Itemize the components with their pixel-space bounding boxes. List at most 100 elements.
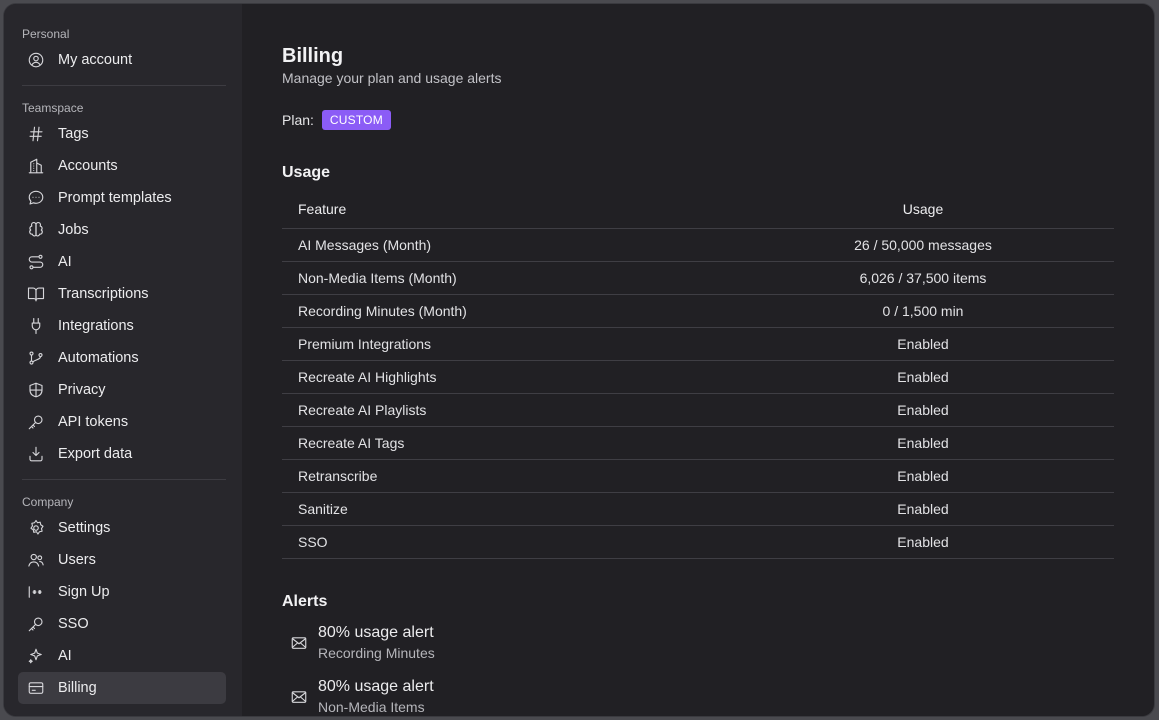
alert-subtitle: Recording Minutes [318,644,435,661]
table-row: Sanitize Enabled [282,492,1114,526]
billing-panel: Billing Manage your plan and usage alert… [242,4,1154,716]
feature-cell: Sanitize [282,492,732,526]
feature-cell: Non-Media Items (Month) [282,261,732,295]
sidebar-item-label: My account [58,52,133,68]
sidebar-item-users[interactable]: Users [18,544,226,576]
password-icon [26,582,46,602]
sidebar-item-my-account[interactable]: My account [18,44,226,76]
alert-text: 80% usage alert Non-Media Items [318,677,434,717]
sidebar-item-label: Prompt templates [58,190,172,206]
section-label-company: Company [22,495,74,509]
sidebar-item-sign-up[interactable]: Sign Up [18,576,226,608]
alert-subtitle: Non-Media Items [318,698,425,715]
users-icon [26,550,46,570]
feature-cell: Recreate AI Tags [282,426,732,460]
table-row: Retranscribe Enabled [282,459,1114,493]
sidebar-item-prompt-templates[interactable]: Prompt templates [18,182,226,214]
divider [22,85,226,86]
table-row: SSO Enabled [282,525,1114,559]
teamspace-nav: Tags Accounts Prompt templates Jobs AI Transc… [18,118,226,470]
sidebar-item-ai[interactable]: AI [18,640,226,672]
credit-card-icon [26,678,46,698]
alert-item[interactable]: 80% usage alert Non-Media Items [282,675,1114,717]
sidebar-item-api-tokens[interactable]: API tokens [18,406,226,438]
plan-badge: CUSTOM [321,110,391,130]
sidebar-item-integrations[interactable]: Integrations [18,310,226,342]
alert-title: 80% usage alert [318,677,434,695]
usage-cell: Enabled [732,327,1114,361]
usage-cell: 26 / 50,000 messages [732,228,1114,262]
sidebar-item-label: AI [58,254,72,270]
sidebar-item-tags[interactable]: Tags [18,118,226,150]
page-title: Billing [282,45,344,67]
sidebar-item-transcriptions[interactable]: Transcriptions [18,278,226,310]
chat-bubble-icon [26,188,46,208]
hash-icon [26,124,46,144]
plug-icon [26,316,46,336]
usage-cell: Enabled [732,393,1114,427]
sidebar-item-label: Integrations [58,318,134,334]
usage-cell: 6,026 / 37,500 items [732,261,1114,295]
sidebar-item-automations[interactable]: Automations [18,342,226,374]
plan-label: Plan: [282,112,314,128]
sidebar-item-sso[interactable]: SSO [18,608,226,640]
feature-cell: Recreate AI Playlists [282,393,732,427]
feature-cell: Premium Integrations [282,327,732,361]
sidebar-item-label: SSO [58,616,89,632]
sidebar-item-label: Transcriptions [58,286,149,302]
usage-cell: Enabled [732,525,1114,559]
sidebar-item-export-data[interactable]: Export data [18,438,226,470]
sidebar-item-label: Accounts [58,158,118,174]
settings-sidebar: Personal My account Teamspace Tags Accoun… [4,4,242,716]
book-open-icon [26,284,46,304]
sidebar-item-accounts[interactable]: Accounts [18,150,226,182]
sidebar-item-label: Automations [58,350,139,366]
personal-nav: My account [18,44,226,76]
company-nav: Settings Users Sign Up SSO AI Billing [18,512,226,704]
sidebar-item-label: Users [58,552,96,568]
table-row: AI Messages (Month) 26 / 50,000 messages [282,228,1114,262]
sidebar-item-label: Sign Up [58,584,110,600]
sidebar-item-jobs[interactable]: Jobs [18,214,226,246]
sidebar-item-ai[interactable]: AI [18,246,226,278]
settings-modal: Personal My account Teamspace Tags Accoun… [4,4,1154,716]
section-label-teamspace: Teamspace [22,101,84,115]
alert-item[interactable]: 80% usage alert Recording Minutes [282,621,1114,665]
table-row: Recreate AI Playlists Enabled [282,393,1114,427]
usage-cell: Enabled [732,459,1114,493]
usage-table-body: AI Messages (Month) 26 / 50,000 messages N… [282,228,1114,559]
table-row: Recreate AI Tags Enabled [282,426,1114,460]
table-header-row: Feature Usage [282,190,1114,229]
feature-cell: Recording Minutes (Month) [282,294,732,328]
sidebar-item-label: Billing [58,680,97,696]
feature-cell: AI Messages (Month) [282,228,732,262]
brain-icon [26,220,46,240]
column-header-feature: Feature [282,190,732,229]
sidebar-item-billing[interactable]: Billing [18,672,226,704]
sidebar-item-label: Jobs [58,222,89,238]
usage-title: Usage [282,164,331,181]
alerts-list: 80% usage alert Recording Minutes 80% usag… [282,621,1114,717]
sidebar-item-label: AI [58,648,72,664]
download-tray-icon [26,444,46,464]
sidebar-item-label: Settings [58,520,111,536]
page-subtitle: Manage your plan and usage alerts [282,70,502,86]
table-row: Non-Media Items (Month) 6,026 / 37,500 it… [282,261,1114,295]
plan-row: Plan: CUSTOM [282,110,1114,130]
table-row: Recording Minutes (Month) 0 / 1,500 min [282,294,1114,328]
sidebar-item-settings[interactable]: Settings [18,512,226,544]
sparkle-icon [26,646,46,666]
sidebar-item-privacy[interactable]: Privacy [18,374,226,406]
usage-table: Feature Usage AI Messages (Month) 26 / 50… [282,190,1114,559]
mail-icon [290,633,310,653]
git-branch-icon [26,348,46,368]
feature-cell: Recreate AI Highlights [282,360,732,394]
usage-cell: 0 / 1,500 min [732,294,1114,328]
sidebar-item-label: Tags [58,126,89,142]
gear-icon [26,518,46,538]
sidebar-item-label: Export data [58,446,133,462]
table-row: Premium Integrations Enabled [282,327,1114,361]
sidebar-item-label: API tokens [58,414,129,430]
alert-title: 80% usage alert [318,623,434,641]
key-icon [26,412,46,432]
